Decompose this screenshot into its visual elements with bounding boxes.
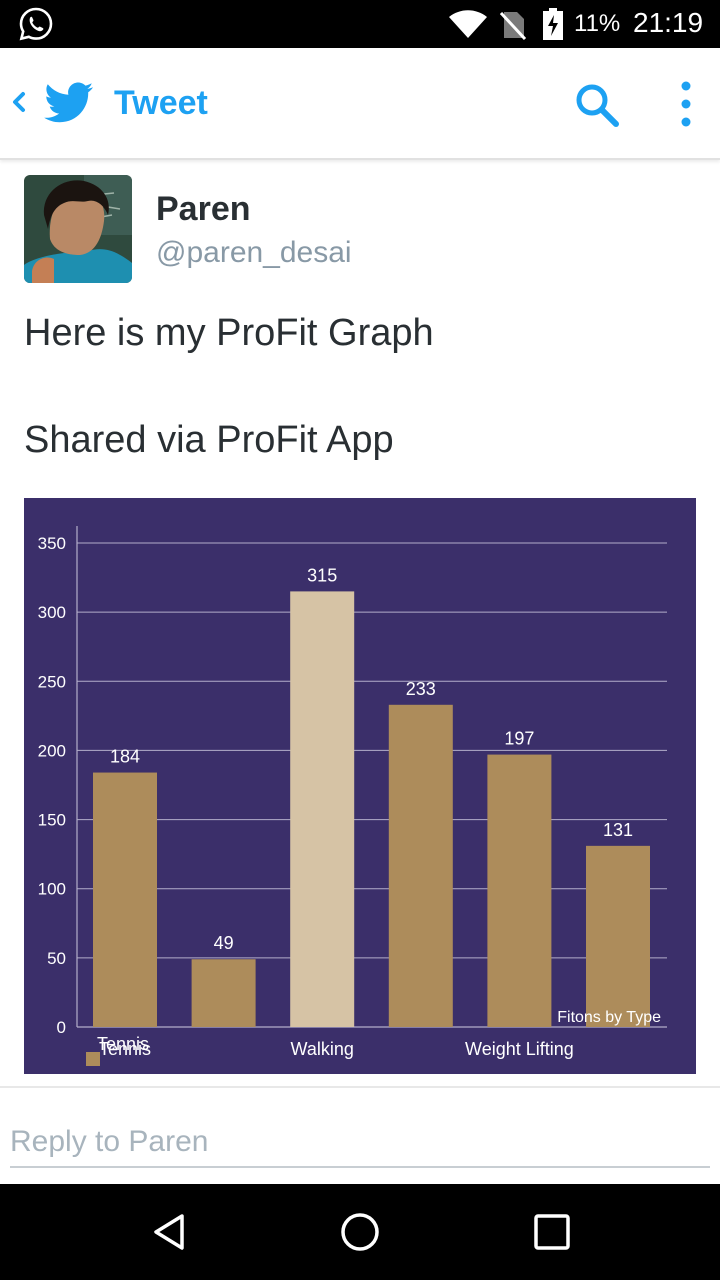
tweet-text-line: Here is my ProFit Graph [24,312,434,354]
bar-value-label: 184 [110,747,140,767]
reply-input[interactable] [10,1118,710,1168]
chart-bar [586,845,650,1027]
y-tick-label: 150 [38,811,66,830]
back-chevron-icon[interactable] [8,86,28,118]
y-tick-label: 100 [38,880,66,899]
y-tick-label: 350 [38,534,66,553]
avatar[interactable] [24,175,132,283]
bar-value-label: 131 [603,820,633,840]
y-tick-label: 250 [38,672,66,691]
bar-value-label: 197 [504,729,534,749]
bar-value-label: 49 [214,933,234,953]
chart-bar [487,754,552,1027]
y-tick-label: 50 [47,949,66,968]
no-sim-icon [500,11,526,40]
y-tick-label: 0 [57,1018,66,1037]
legend-label: Tennis [97,1034,149,1054]
y-tick-label: 300 [38,603,66,622]
bar-chart: 0 50 100 150 200 250 300 350 184 49 315 233 197 131 Te… [38,526,667,1066]
nav-recent-apps-icon[interactable] [530,1210,574,1254]
navigation-bar [0,1184,720,1280]
nav-back-icon[interactable] [148,1210,192,1254]
clock: 21:19 [633,7,704,38]
divider [0,1086,720,1088]
search-icon[interactable] [574,82,620,128]
y-tick-label: 200 [38,741,66,760]
legend-swatch [86,1052,100,1066]
battery-charging-icon [543,8,563,40]
author-handle[interactable]: @paren_desai [156,236,352,270]
app-bar: Tweet [0,48,720,160]
chart-bar [388,704,453,1027]
bar-value-label: 233 [406,679,436,699]
twitter-bird-icon[interactable] [44,82,94,124]
x-tick-label: Walking [291,1039,354,1059]
nav-home-icon[interactable] [338,1210,382,1254]
tweet-text-line: Shared via ProFit App [24,419,394,461]
chart-bar [191,959,256,1027]
wifi-icon [449,10,487,38]
chart-annotation: Fitons by Type [557,1009,661,1026]
more-options-icon[interactable] [670,80,702,128]
chart-bar [93,772,157,1027]
author-name[interactable]: Paren [156,190,251,229]
whatsapp-icon [19,7,53,41]
app-title: Tweet [114,84,208,122]
x-tick-label: Weight Lifting [465,1039,574,1059]
status-bar: 11% 21:19 [0,0,720,48]
battery-percentage: 11% [574,10,621,37]
chart-bar [290,591,355,1027]
tweet-chart-image[interactable]: 0 50 100 150 200 250 300 350 184 49 315 233 197 131 Te… [24,498,696,1074]
bar-value-label: 315 [307,565,337,585]
